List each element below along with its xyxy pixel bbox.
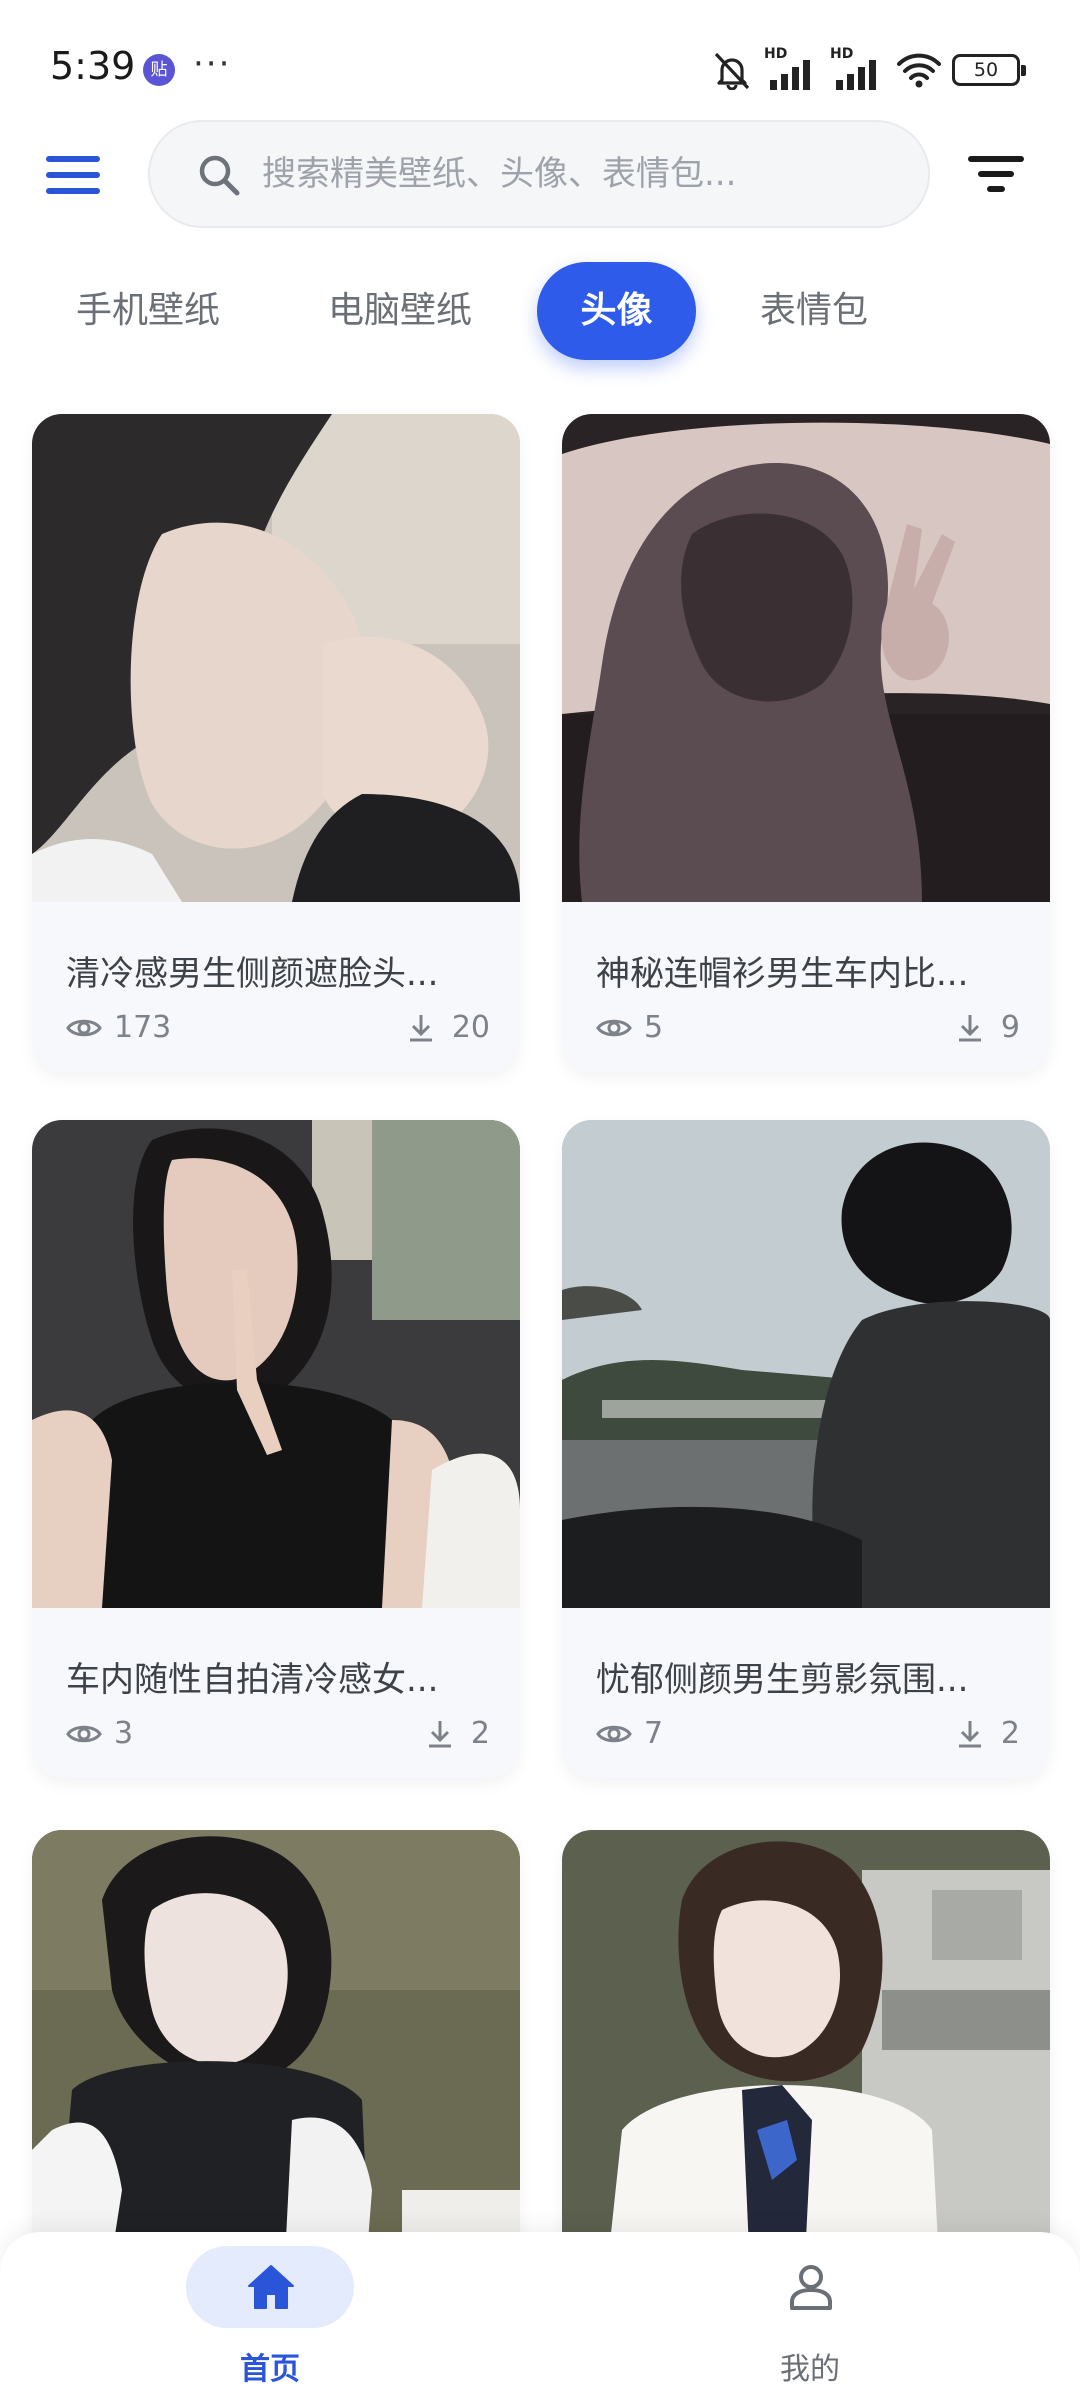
downloads-stat: 2 — [427, 1716, 490, 1751]
app-screen: 5:39 贴 ··· HD HD 50 搜索精美壁纸、头像、表情包... 手机壁… — [0, 0, 1080, 2400]
views-count: 3 — [114, 1716, 134, 1751]
card-stats: 5 9 — [596, 1010, 1020, 1050]
card-title: 清冷感男生侧颜遮脸头... — [66, 954, 439, 994]
status-icons: HD HD 50 — [710, 46, 1026, 92]
status-time: 5:39 — [50, 44, 136, 88]
nav-mine-label: 我的 — [780, 2352, 840, 2387]
views-count: 173 — [114, 1010, 172, 1045]
views-stat: 3 — [66, 1716, 133, 1751]
avatar-image — [32, 414, 520, 902]
downloads-stat: 9 — [957, 1010, 1020, 1045]
card-title: 车内随性自拍清冷感女... — [66, 1660, 439, 1700]
eye-icon — [596, 1725, 632, 1742]
tab-avatar[interactable]: 头像 — [537, 262, 696, 360]
avatar-card[interactable]: 神秘连帽衫男生车内比... 5 9 — [562, 414, 1050, 1072]
downloads-count: 2 — [470, 1716, 490, 1751]
search-input[interactable] — [262, 122, 902, 226]
wifi-icon — [897, 53, 941, 88]
eye-icon — [66, 1725, 102, 1742]
top-bar — [0, 120, 1080, 230]
downloads-count: 2 — [1000, 1716, 1020, 1751]
category-tabs: 手机壁纸 电脑壁纸 头像 表情包 — [0, 262, 1080, 362]
home-icon — [248, 2265, 294, 2309]
tab-pc-wallpaper[interactable]: 电脑壁纸 — [296, 262, 504, 360]
views-count: 5 — [644, 1010, 664, 1045]
sticker-notification-icon: 贴 — [143, 54, 175, 86]
bottom-nav: 首页 我的 — [0, 2232, 1080, 2400]
signal-icon-2: HD — [830, 46, 886, 90]
eye-icon — [596, 1019, 632, 1036]
nav-mine[interactable]: 我的 — [690, 2232, 930, 2400]
mute-vibrate-icon — [714, 52, 750, 90]
downloads-stat: 2 — [957, 1716, 1020, 1751]
nav-home-label: 首页 — [240, 2352, 300, 2387]
avatar-image — [562, 1120, 1050, 1608]
card-stats: 3 2 — [66, 1716, 490, 1756]
status-bar: 5:39 贴 ··· HD HD 50 — [0, 0, 1080, 130]
avatar-card[interactable]: 清冷感男生侧颜遮脸头... 173 20 — [32, 414, 520, 1072]
signal-icon-1: HD — [764, 46, 820, 90]
card-stats: 173 20 — [66, 1010, 490, 1050]
avatar-card[interactable]: 忧郁侧颜男生剪影氛围... 7 2 — [562, 1120, 1050, 1778]
downloads-stat: 20 — [408, 1010, 490, 1045]
menu-icon[interactable] — [46, 152, 100, 198]
tab-stickers[interactable]: 表情包 — [724, 262, 904, 360]
download-icon — [958, 1720, 981, 1747]
nav-home[interactable]: 首页 — [150, 2232, 390, 2400]
card-title: 忧郁侧颜男生剪影氛围... — [596, 1660, 969, 1700]
filter-icon[interactable] — [968, 150, 1024, 198]
avatar-card[interactable]: 车内随性自拍清冷感女... 3 2 — [32, 1120, 520, 1778]
views-stat: 7 — [596, 1716, 663, 1751]
eye-icon — [66, 1019, 102, 1036]
downloads-count: 9 — [1000, 1010, 1020, 1045]
download-icon — [958, 1014, 981, 1041]
downloads-count: 20 — [451, 1010, 490, 1045]
views-stat: 173 — [66, 1010, 171, 1045]
avatar-image — [562, 414, 1050, 902]
card-title: 神秘连帽衫男生车内比... — [596, 954, 969, 994]
tab-phone-wallpaper[interactable]: 手机壁纸 — [44, 262, 252, 360]
card-stats: 7 2 — [596, 1716, 1020, 1756]
search-bar[interactable] — [148, 120, 930, 228]
battery-icon: 50 — [952, 54, 1026, 86]
search-icon — [199, 155, 240, 196]
views-count: 7 — [644, 1716, 664, 1751]
avatar-image — [32, 1120, 520, 1608]
download-icon — [428, 1720, 451, 1747]
views-stat: 5 — [596, 1010, 663, 1045]
more-notifications-icon: ··· — [193, 44, 232, 84]
user-icon — [790, 2265, 832, 2310]
download-icon — [409, 1014, 432, 1041]
